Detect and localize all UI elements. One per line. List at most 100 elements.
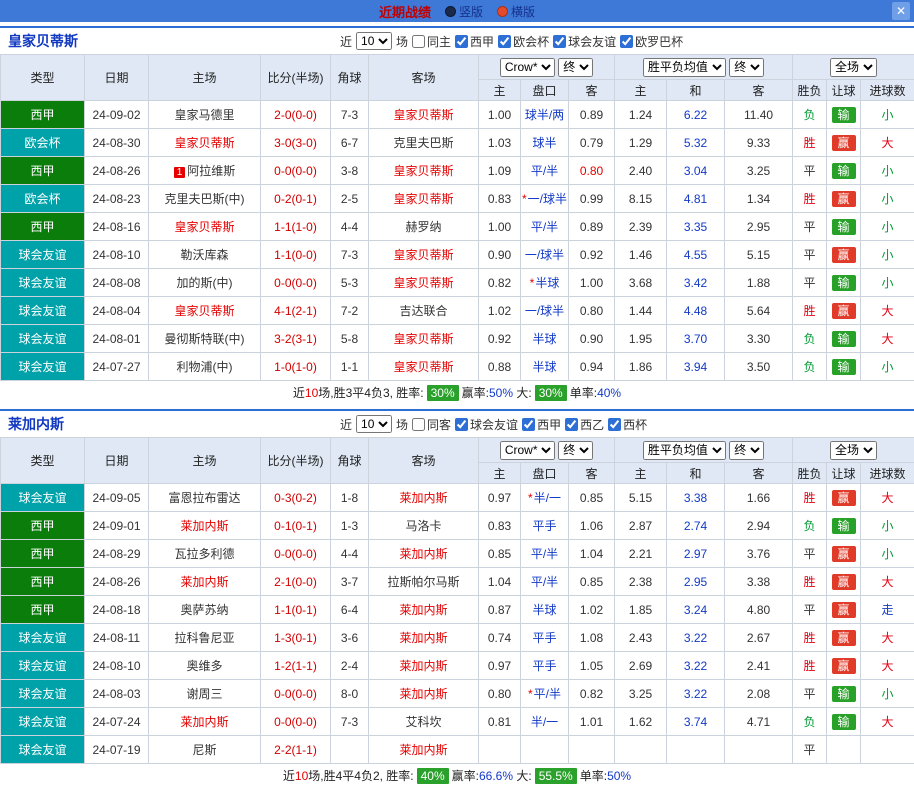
radio-horizontal-icon[interactable]: [497, 6, 508, 17]
date-cell: 24-08-01: [85, 325, 149, 353]
summary-part: 赢率:: [452, 769, 479, 783]
col-avg-away: 客: [725, 80, 793, 101]
score-cell: 0-2(0-1): [261, 185, 331, 213]
scope-select[interactable]: 全场: [830, 58, 877, 77]
league-filter-checkbox[interactable]: 西乙: [565, 416, 604, 433]
odds-final-select[interactable]: 终: [558, 441, 593, 460]
col-score: 比分(半场): [261, 55, 331, 101]
league-type-cell: 球会友谊: [1, 269, 85, 297]
avg-final-select[interactable]: 终: [729, 58, 764, 77]
score-cell: 0-3(0-2): [261, 484, 331, 512]
avg-group-header: 胜平负均值 终: [615, 438, 793, 463]
away-odds-cell: 1.04: [569, 540, 615, 568]
goals-cell: 小: [861, 157, 914, 185]
home-team-cell: 勒沃库森: [149, 241, 261, 269]
handicap-result-badge: 输: [832, 686, 856, 702]
handicap-result-cell: 赢: [827, 568, 861, 596]
goals-cell: 小: [861, 185, 914, 213]
match-row: 西甲24-08-29瓦拉多利德0-0(0-0)4-4莱加内斯0.85平/半1.0…: [1, 540, 914, 568]
match-count-select[interactable]: 10: [356, 415, 392, 433]
home-odds-cell: 1.09: [479, 157, 521, 185]
near-label: 近: [340, 416, 352, 433]
home-team-cell: 皇家贝蒂斯: [149, 297, 261, 325]
date-cell: 24-08-11: [85, 624, 149, 652]
league-filter-checkbox[interactable]: 西甲: [455, 33, 494, 50]
handicap-result-cell: 赢: [827, 652, 861, 680]
avg-draw-cell: 3.74: [667, 708, 725, 736]
scope-select[interactable]: 全场: [830, 441, 877, 460]
home-odds-cell: 0.74: [479, 624, 521, 652]
home-team-cell: 克里夫巴斯(中): [149, 185, 261, 213]
league-type-cell: 西甲: [1, 596, 85, 624]
games-label: 场: [396, 416, 408, 433]
corner-cell: 6-4: [331, 596, 369, 624]
avg-draw-cell: 6.22: [667, 101, 725, 129]
away-team-cell: 赫罗纳: [369, 213, 479, 241]
date-cell: 24-07-24: [85, 708, 149, 736]
match-row: 球会友谊24-07-27利物浦(中)1-0(1-0)1-1皇家贝蒂斯0.88半球…: [1, 353, 914, 381]
col-avg-away: 客: [725, 463, 793, 484]
summary-part: 赢率:: [462, 386, 489, 400]
handicap-result-badge: 赢: [832, 630, 856, 646]
goals-cell: 小: [861, 101, 914, 129]
odds-source-select[interactable]: Crow*: [500, 441, 555, 460]
summary-part: 10: [305, 386, 318, 400]
avg-draw-cell: 2.95: [667, 568, 725, 596]
league-filter-checkbox[interactable]: 球会友谊: [553, 33, 616, 50]
result-cell: 胜: [793, 568, 827, 596]
home-odds-cell: 0.83: [479, 512, 521, 540]
corner-cell: 2-4: [331, 652, 369, 680]
corner-cell: 7-3: [331, 241, 369, 269]
match-row: 西甲24-08-261阿拉维斯0-0(0-0)3-8皇家贝蒂斯1.09平/半0.…: [1, 157, 914, 185]
home-badge: 1: [174, 167, 186, 178]
match-row: 球会友谊24-08-03谢周三0-0(0-0)8-0莱加内斯0.80*平/半0.…: [1, 680, 914, 708]
view-option-horizontal[interactable]: 横版: [497, 3, 535, 20]
away-team-cell: 莱加内斯: [369, 680, 479, 708]
goals-cell: 大: [861, 129, 914, 157]
handicap-cell: 半球: [521, 596, 569, 624]
filter-bar: 近10场同主西甲欧会杯球会友谊欧罗巴杯: [340, 32, 683, 50]
league-filter-checkbox[interactable]: 欧会杯: [498, 33, 549, 50]
avg-select[interactable]: 胜平负均值: [643, 441, 726, 460]
result-cell: 负: [793, 512, 827, 540]
handicap-result-cell: 赢: [827, 624, 861, 652]
avg-home-cell: 1.86: [615, 353, 667, 381]
away-team-cell: 莱加内斯: [369, 596, 479, 624]
avg-draw-cell: 3.22: [667, 624, 725, 652]
date-cell: 24-08-10: [85, 241, 149, 269]
view-option-vertical[interactable]: 竖版: [445, 3, 483, 20]
avg-draw-cell: 4.81: [667, 185, 725, 213]
match-row: 球会友谊24-09-05富恩拉布雷达0-3(0-2)1-8莱加内斯0.97*半/…: [1, 484, 914, 512]
league-filter-checkbox[interactable]: 西甲: [522, 416, 561, 433]
same-venue-checkbox[interactable]: 同客: [412, 416, 451, 433]
avg-away-cell: 9.33: [725, 129, 793, 157]
col-home: 主场: [149, 438, 261, 484]
summary-part: 50%: [489, 386, 513, 400]
avg-home-cell: 2.69: [615, 652, 667, 680]
away-odds-cell: 0.94: [569, 353, 615, 381]
same-venue-checkbox[interactable]: 同主: [412, 33, 451, 50]
handicap-cell: 一/球半: [521, 241, 569, 269]
col-avg-draw: 和: [667, 463, 725, 484]
league-filter-checkbox[interactable]: 球会友谊: [455, 416, 518, 433]
filter-bar: 近10场同客球会友谊西甲西乙西杯: [340, 415, 647, 433]
score-cell: 2-0(0-0): [261, 101, 331, 129]
odds-final-select[interactable]: 终: [558, 58, 593, 77]
match-count-select[interactable]: 10: [356, 32, 392, 50]
close-icon[interactable]: ✕: [892, 2, 910, 20]
avg-home-cell: 2.43: [615, 624, 667, 652]
radio-vertical-icon[interactable]: [445, 6, 456, 17]
avg-final-select[interactable]: 终: [729, 441, 764, 460]
league-type-cell: 球会友谊: [1, 680, 85, 708]
handicap-cell: 平/半: [521, 157, 569, 185]
handicap-result-cell: 输: [827, 269, 861, 297]
handicap-cell: 一/球半: [521, 297, 569, 325]
league-filter-checkbox[interactable]: 西杯: [608, 416, 647, 433]
league-type-cell: 西甲: [1, 157, 85, 185]
handicap-cell: 平/半: [521, 540, 569, 568]
avg-select[interactable]: 胜平负均值: [643, 58, 726, 77]
goals-cell: 小: [861, 540, 914, 568]
odds-source-select[interactable]: Crow*: [500, 58, 555, 77]
league-filter-checkbox[interactable]: 欧罗巴杯: [620, 33, 683, 50]
odds-group-header: Crow* 终: [479, 55, 615, 80]
